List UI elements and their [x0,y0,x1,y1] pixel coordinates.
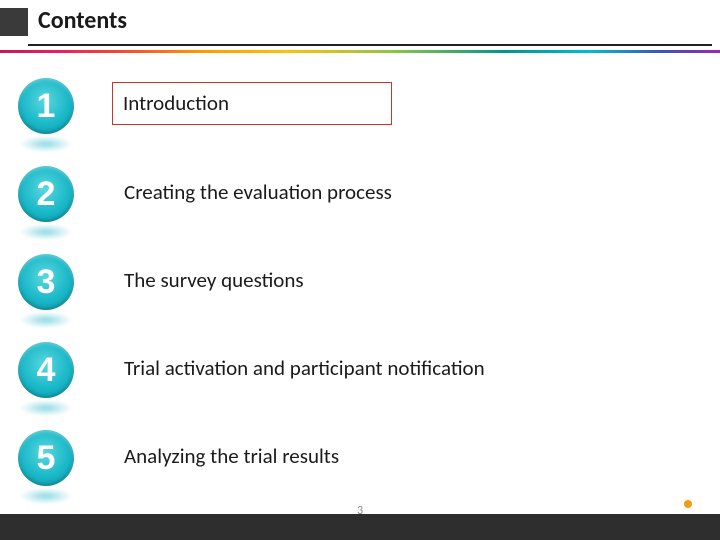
header: Contents [0,8,720,42]
list-item: 2 Creating the evaluation process [18,162,700,250]
list-item: 4 Trial activation and participant notif… [18,338,700,426]
contents-list: 1 Introduction 2 Creating the evaluation… [18,74,700,514]
number-badge: 1 [18,78,74,134]
item-label: The survey questions [120,264,312,297]
title-underline [28,44,712,46]
footer-accent-dot [684,500,692,508]
page-title: Contents [38,6,127,35]
badge-shadow [20,136,72,152]
item-label: Analyzing the trial results [120,440,347,473]
badge-shadow [20,312,72,328]
rainbow-divider [0,50,720,53]
badge-shadow [20,400,72,416]
item-label: Trial activation and participant notific… [120,352,493,385]
badge-shadow [20,488,72,504]
footer-bar [0,514,720,540]
number-badge: 3 [18,254,74,310]
item-label: Creating the evaluation process [120,176,400,209]
number-badge: 4 [18,342,74,398]
list-item: 5 Analyzing the trial results [18,426,700,514]
number-badge: 5 [18,430,74,486]
badge-shadow [20,224,72,240]
title-accent-block [0,8,28,36]
list-item: 3 The survey questions [18,250,700,338]
item-label-highlighted: Introduction [112,82,392,125]
list-item: 1 Introduction [18,74,700,162]
number-badge: 2 [18,166,74,222]
